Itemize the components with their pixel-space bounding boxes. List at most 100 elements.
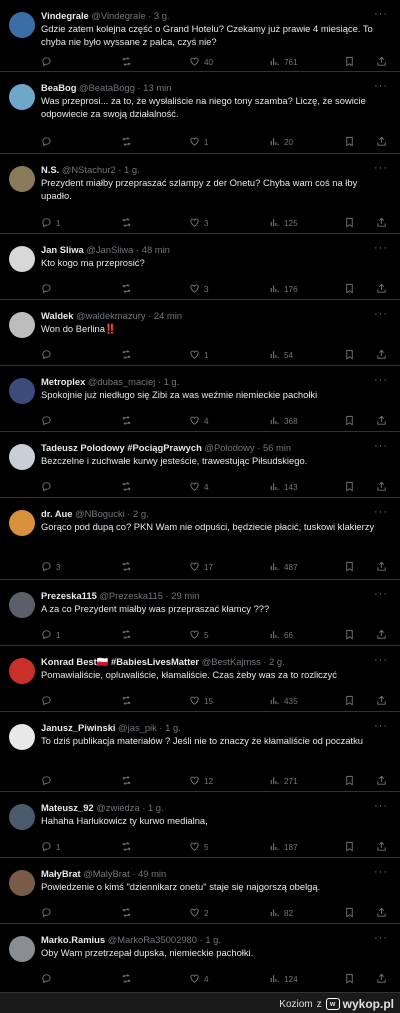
more-icon[interactable]: ··· <box>374 866 388 878</box>
more-icon[interactable]: ··· <box>374 242 388 254</box>
tweet-reply[interactable]: MałyBrat @MalyBrat · 49 min ··· Powiedzeni… <box>0 858 400 924</box>
like-button[interactable]: 5 <box>189 840 209 854</box>
more-icon[interactable]: ··· <box>374 440 388 452</box>
like-button[interactable]: 4 <box>189 480 209 494</box>
timestamp[interactable]: 49 min <box>138 868 166 879</box>
avatar[interactable] <box>9 510 35 536</box>
tweet-reply[interactable]: BeaBog @BeataBogg · 13 min ··· Was przepro… <box>0 72 400 154</box>
share-button[interactable] <box>376 216 387 230</box>
timestamp[interactable]: 1 g. <box>124 164 140 175</box>
more-icon[interactable]: ··· <box>374 308 388 320</box>
avatar[interactable] <box>9 166 35 192</box>
avatar[interactable] <box>9 84 35 110</box>
avatar[interactable] <box>9 444 35 470</box>
bookmark-button[interactable] <box>344 694 355 708</box>
bookmark-button[interactable] <box>344 628 355 642</box>
bookmark-button[interactable] <box>344 135 355 149</box>
user-handle[interactable]: @zwiedza <box>96 802 139 813</box>
views-button[interactable]: 143 <box>269 480 298 494</box>
reply-button[interactable] <box>41 972 56 986</box>
retweet-button[interactable] <box>121 348 136 362</box>
reply-button[interactable]: 1 <box>41 628 61 642</box>
tweet-reply[interactable]: dr. Aue @NBogucki · 2 g. ··· Gorąco pod du… <box>0 498 400 580</box>
avatar[interactable] <box>9 378 35 404</box>
views-button[interactable]: 187 <box>269 840 298 854</box>
user-handle[interactable]: @Polodowy <box>204 442 254 453</box>
bookmark-button[interactable] <box>344 480 355 494</box>
like-button[interactable]: 5 <box>189 628 209 642</box>
reply-button[interactable] <box>41 774 56 788</box>
share-button[interactable] <box>376 972 387 986</box>
views-button[interactable]: 20 <box>269 135 293 149</box>
timestamp[interactable]: 1 g. <box>164 376 180 387</box>
more-icon[interactable]: ··· <box>374 588 388 600</box>
bookmark-button[interactable] <box>344 348 355 362</box>
reply-button[interactable] <box>41 282 56 296</box>
tweet-reply[interactable]: N.S. @NStachur2 · 1 g. ··· Prezydent miałb… <box>0 154 400 234</box>
like-button[interactable]: 12 <box>189 774 213 788</box>
display-name[interactable]: Tadeusz Polodowy #PociągPrawych <box>41 442 202 453</box>
share-button[interactable] <box>376 348 387 362</box>
display-name[interactable]: Konrad Best🇵🇱 #BabiesLivesMatter <box>41 656 199 667</box>
avatar[interactable] <box>9 724 35 750</box>
retweet-button[interactable] <box>121 774 136 788</box>
avatar[interactable] <box>9 246 35 272</box>
views-button[interactable]: 761 <box>269 55 298 69</box>
avatar[interactable] <box>9 658 35 684</box>
tweet-reply[interactable]: Konrad Best🇵🇱 #BabiesLivesMatter @BestKa… <box>0 646 400 712</box>
share-button[interactable] <box>376 906 387 920</box>
timestamp[interactable]: 1 g. <box>148 802 164 813</box>
views-button[interactable]: 271 <box>269 774 298 788</box>
more-icon[interactable]: ··· <box>374 654 388 666</box>
avatar[interactable] <box>9 592 35 618</box>
avatar[interactable] <box>9 312 35 338</box>
bookmark-button[interactable] <box>344 55 355 69</box>
tweet-reply[interactable]: Vindegrale @Vindegrale · 3 g. ··· Gdzie za… <box>0 0 400 72</box>
more-icon[interactable]: ··· <box>374 374 388 386</box>
avatar[interactable] <box>9 804 35 830</box>
reply-button[interactable]: 3 <box>41 560 61 574</box>
share-button[interactable] <box>376 840 387 854</box>
bookmark-button[interactable] <box>344 906 355 920</box>
share-button[interactable] <box>376 414 387 428</box>
timestamp[interactable]: 48 min <box>142 244 170 255</box>
timestamp[interactable]: 2 g. <box>133 508 149 519</box>
more-icon[interactable]: ··· <box>374 506 388 518</box>
user-handle[interactable]: @BeataBogg <box>79 82 135 93</box>
reply-button[interactable]: 1 <box>41 840 61 854</box>
retweet-button[interactable] <box>121 480 136 494</box>
retweet-button[interactable] <box>121 560 136 574</box>
tweet-reply[interactable]: Jan Sliwa @JanSliwa · 48 min ··· Kto kogo … <box>0 234 400 300</box>
reply-button[interactable] <box>41 414 56 428</box>
share-button[interactable] <box>376 774 387 788</box>
user-handle[interactable]: @BestKajmss <box>202 656 261 667</box>
like-button[interactable]: 2 <box>189 906 209 920</box>
views-button[interactable]: 487 <box>269 560 298 574</box>
display-name[interactable]: dr. Aue <box>41 508 72 519</box>
more-icon[interactable]: ··· <box>374 800 388 812</box>
tweet-reply[interactable]: Prezeska115 @Prezeska115 · 29 min ··· A za… <box>0 580 400 646</box>
bookmark-button[interactable] <box>344 774 355 788</box>
tweet-reply[interactable]: Tadeusz Polodowy #PociągPrawych @Polodow… <box>0 432 400 498</box>
more-icon[interactable]: ··· <box>374 932 388 944</box>
reply-button[interactable] <box>41 906 56 920</box>
like-button[interactable]: 15 <box>189 694 213 708</box>
bookmark-button[interactable] <box>344 282 355 296</box>
share-button[interactable] <box>376 282 387 296</box>
like-button[interactable]: 3 <box>189 216 209 230</box>
tweet-reply[interactable]: Marko.Ramius @MarkoRa35002980 · 1 g. ··· O… <box>0 924 400 993</box>
display-name[interactable]: Vindegrale <box>41 10 89 21</box>
share-button[interactable] <box>376 480 387 494</box>
like-button[interactable]: 17 <box>189 560 213 574</box>
like-button[interactable]: 4 <box>189 972 209 986</box>
bookmark-button[interactable] <box>344 840 355 854</box>
display-name[interactable]: Metroplex <box>41 376 85 387</box>
avatar[interactable] <box>9 936 35 962</box>
more-icon[interactable]: ··· <box>374 80 388 92</box>
like-button[interactable]: 3 <box>189 282 209 296</box>
retweet-button[interactable] <box>121 216 136 230</box>
tweet-reply[interactable]: Metroplex @dubas_maciej · 1 g. ··· Spokojn… <box>0 366 400 432</box>
tweet-reply[interactable]: Mateusz_92 @zwiedza · 1 g. ··· Hahaha Harł… <box>0 792 400 858</box>
display-name[interactable]: N.S. <box>41 164 59 175</box>
timestamp[interactable]: 3 g. <box>154 10 170 21</box>
